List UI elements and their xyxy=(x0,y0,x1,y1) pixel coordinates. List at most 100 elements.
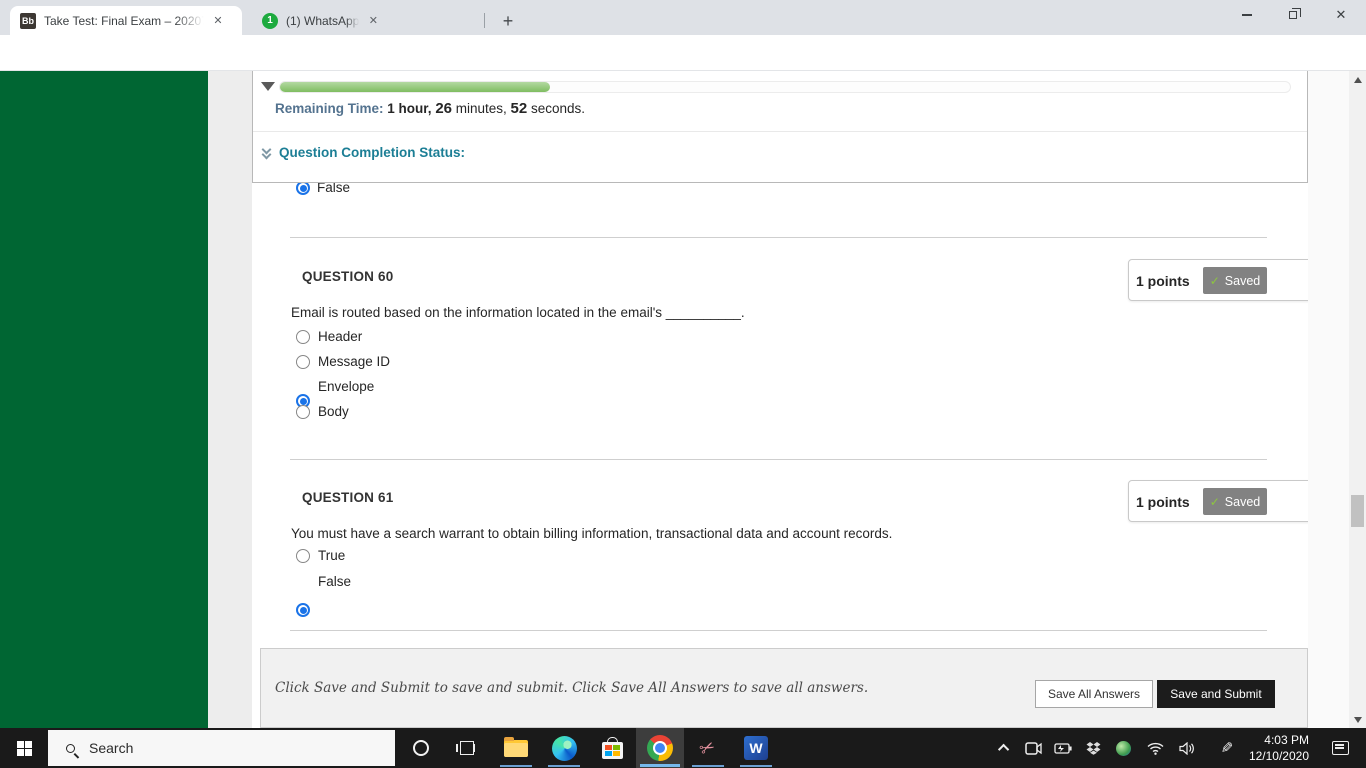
blackboard-favicon: Bb xyxy=(20,13,36,29)
tab-take-test[interactable]: Bb Take Test: Final Exam – 202070.71 ✕ xyxy=(10,6,242,35)
tab-strip: Bb Take Test: Final Exam – 202070.71 ✕ 1… xyxy=(0,0,1366,35)
running-indicator xyxy=(548,765,580,767)
remaining-time-row: Remaining Time: 1 hour, 26 minutes, 52 s… xyxy=(275,100,585,117)
radio-body[interactable] xyxy=(296,405,310,419)
question-60-text: Email is routed based on the information… xyxy=(291,305,745,320)
footer-instructions: Click Save and Submit to save and submit… xyxy=(275,680,868,696)
radio-message-id[interactable] xyxy=(296,355,310,369)
points-value: 1 points xyxy=(1136,273,1190,289)
save-and-submit-button[interactable]: Save and Submit xyxy=(1157,680,1275,708)
option-label-true[interactable]: True xyxy=(318,548,345,563)
running-indicator xyxy=(692,765,724,767)
tab-separator xyxy=(484,13,485,28)
question-divider xyxy=(290,630,1267,631)
running-indicator xyxy=(640,764,680,767)
radio-header[interactable] xyxy=(296,330,310,344)
windows-logo-icon xyxy=(17,741,32,756)
taskbar-search-input[interactable]: Search xyxy=(48,730,395,766)
option-label-header[interactable]: Header xyxy=(318,329,362,344)
scroll-up-arrow[interactable] xyxy=(1349,71,1366,88)
remaining-hours: 1 hour, xyxy=(387,101,431,116)
save-all-answers-button[interactable]: Save All Answers xyxy=(1035,680,1153,708)
restore-icon xyxy=(1289,11,1297,19)
globe-app-icon[interactable] xyxy=(1109,728,1137,768)
radio-false-selected[interactable] xyxy=(296,603,310,617)
word-button[interactable]: W xyxy=(732,728,780,768)
dropbox-icon[interactable] xyxy=(1079,728,1107,768)
remaining-minutes-value: 26 xyxy=(435,100,452,117)
completion-status-label: Question Completion Status: xyxy=(279,145,465,160)
microsoft-store-button[interactable] xyxy=(588,728,636,768)
tab-close-icon[interactable]: ✕ xyxy=(210,13,226,29)
saved-label: Saved xyxy=(1225,274,1260,288)
battery-icon[interactable] xyxy=(1049,728,1077,768)
saved-label: Saved xyxy=(1225,495,1260,509)
tab-whatsapp[interactable]: 1 (1) WhatsApp ✕ xyxy=(252,6,480,35)
completion-status-toggle[interactable]: Question Completion Status: xyxy=(263,145,465,160)
action-center-button[interactable] xyxy=(1323,728,1357,768)
option-label-message-id[interactable]: Message ID xyxy=(318,354,390,369)
volume-icon[interactable] xyxy=(1173,728,1201,768)
cortana-button[interactable] xyxy=(398,728,444,768)
chevron-double-down-icon xyxy=(263,148,272,158)
radio-false-clipped[interactable] xyxy=(296,181,310,195)
time-progress-fill xyxy=(280,82,550,92)
triangle-down-icon xyxy=(1354,717,1362,723)
wifi-icon[interactable] xyxy=(1141,728,1169,768)
tab-close-icon[interactable]: ✕ xyxy=(365,13,381,29)
new-tab-button[interactable]: + xyxy=(496,9,520,33)
remaining-time-label: Remaining Time: xyxy=(275,101,384,116)
collapse-arrow-icon[interactable] xyxy=(261,82,275,91)
running-indicator xyxy=(500,765,532,767)
taskbar-clock[interactable]: 4:03 PM 12/10/2020 xyxy=(1243,732,1309,764)
save-submit-footer: Click Save and Submit to save and submit… xyxy=(260,648,1308,728)
globe-icon xyxy=(1116,741,1131,756)
task-view-button[interactable] xyxy=(444,728,490,768)
file-explorer-button[interactable] xyxy=(492,728,540,768)
system-tray: ✎ 4:03 PM 12/10/2020 xyxy=(985,728,1366,768)
question-61-heading: QUESTION 61 xyxy=(302,490,393,505)
check-icon: ✓ xyxy=(1210,495,1220,509)
check-icon: ✓ xyxy=(1210,274,1220,288)
file-explorer-icon xyxy=(504,740,528,757)
points-value: 1 points xyxy=(1136,494,1190,510)
windows-taskbar: Search ✂ W xyxy=(0,728,1366,768)
gmu-green-sidebar xyxy=(0,71,208,728)
scrollbar-thumb[interactable] xyxy=(1351,495,1364,527)
whatsapp-favicon: 1 xyxy=(262,13,278,29)
chevron-up-icon xyxy=(998,744,1009,755)
minimize-button[interactable] xyxy=(1224,0,1270,30)
content-right-gutter xyxy=(1308,71,1349,728)
question-60-heading: QUESTION 60 xyxy=(302,269,393,284)
header-divider xyxy=(253,131,1307,132)
tray-expand-button[interactable] xyxy=(993,728,1017,768)
restore-button[interactable] xyxy=(1270,0,1316,30)
option-label-body[interactable]: Body xyxy=(318,404,349,419)
question-60-points-box: 1 points ✓ Saved xyxy=(1128,259,1308,301)
chrome-button-active[interactable] xyxy=(636,728,684,768)
radio-true[interactable] xyxy=(296,549,310,563)
notification-icon xyxy=(1332,741,1349,755)
scissors-icon: ✂ xyxy=(697,735,720,760)
question-divider xyxy=(290,237,1267,238)
task-view-icon xyxy=(460,741,474,755)
meet-now-icon[interactable] xyxy=(1019,728,1047,768)
option-label-false[interactable]: False xyxy=(318,574,351,589)
question-61-points-box: 1 points ✓ Saved xyxy=(1128,480,1308,522)
snipping-tool-button[interactable]: ✂ xyxy=(684,728,732,768)
cortana-icon xyxy=(413,740,429,756)
remaining-seconds-value: 52 xyxy=(511,100,528,117)
page-scrollbar[interactable] xyxy=(1349,71,1366,728)
close-button[interactable]: ✕ xyxy=(1316,0,1366,30)
scroll-down-arrow[interactable] xyxy=(1349,711,1366,728)
windows-ink-pen-icon[interactable]: ✎ xyxy=(1213,728,1241,768)
option-label-envelope[interactable]: Envelope xyxy=(318,379,374,394)
remaining-seconds-unit: seconds. xyxy=(527,101,585,116)
minimize-icon xyxy=(1242,14,1252,16)
start-button[interactable] xyxy=(0,728,48,768)
browser-window: Bb Take Test: Final Exam – 202070.71 ✕ 1… xyxy=(0,0,1366,768)
search-placeholder: Search xyxy=(89,740,133,756)
browser-toolbar: ← → ⟳ mymasonportal.gmu.edu/webapps/asse… xyxy=(0,35,1366,71)
edge-button[interactable] xyxy=(540,728,588,768)
clock-time: 4:03 PM xyxy=(1243,732,1309,748)
